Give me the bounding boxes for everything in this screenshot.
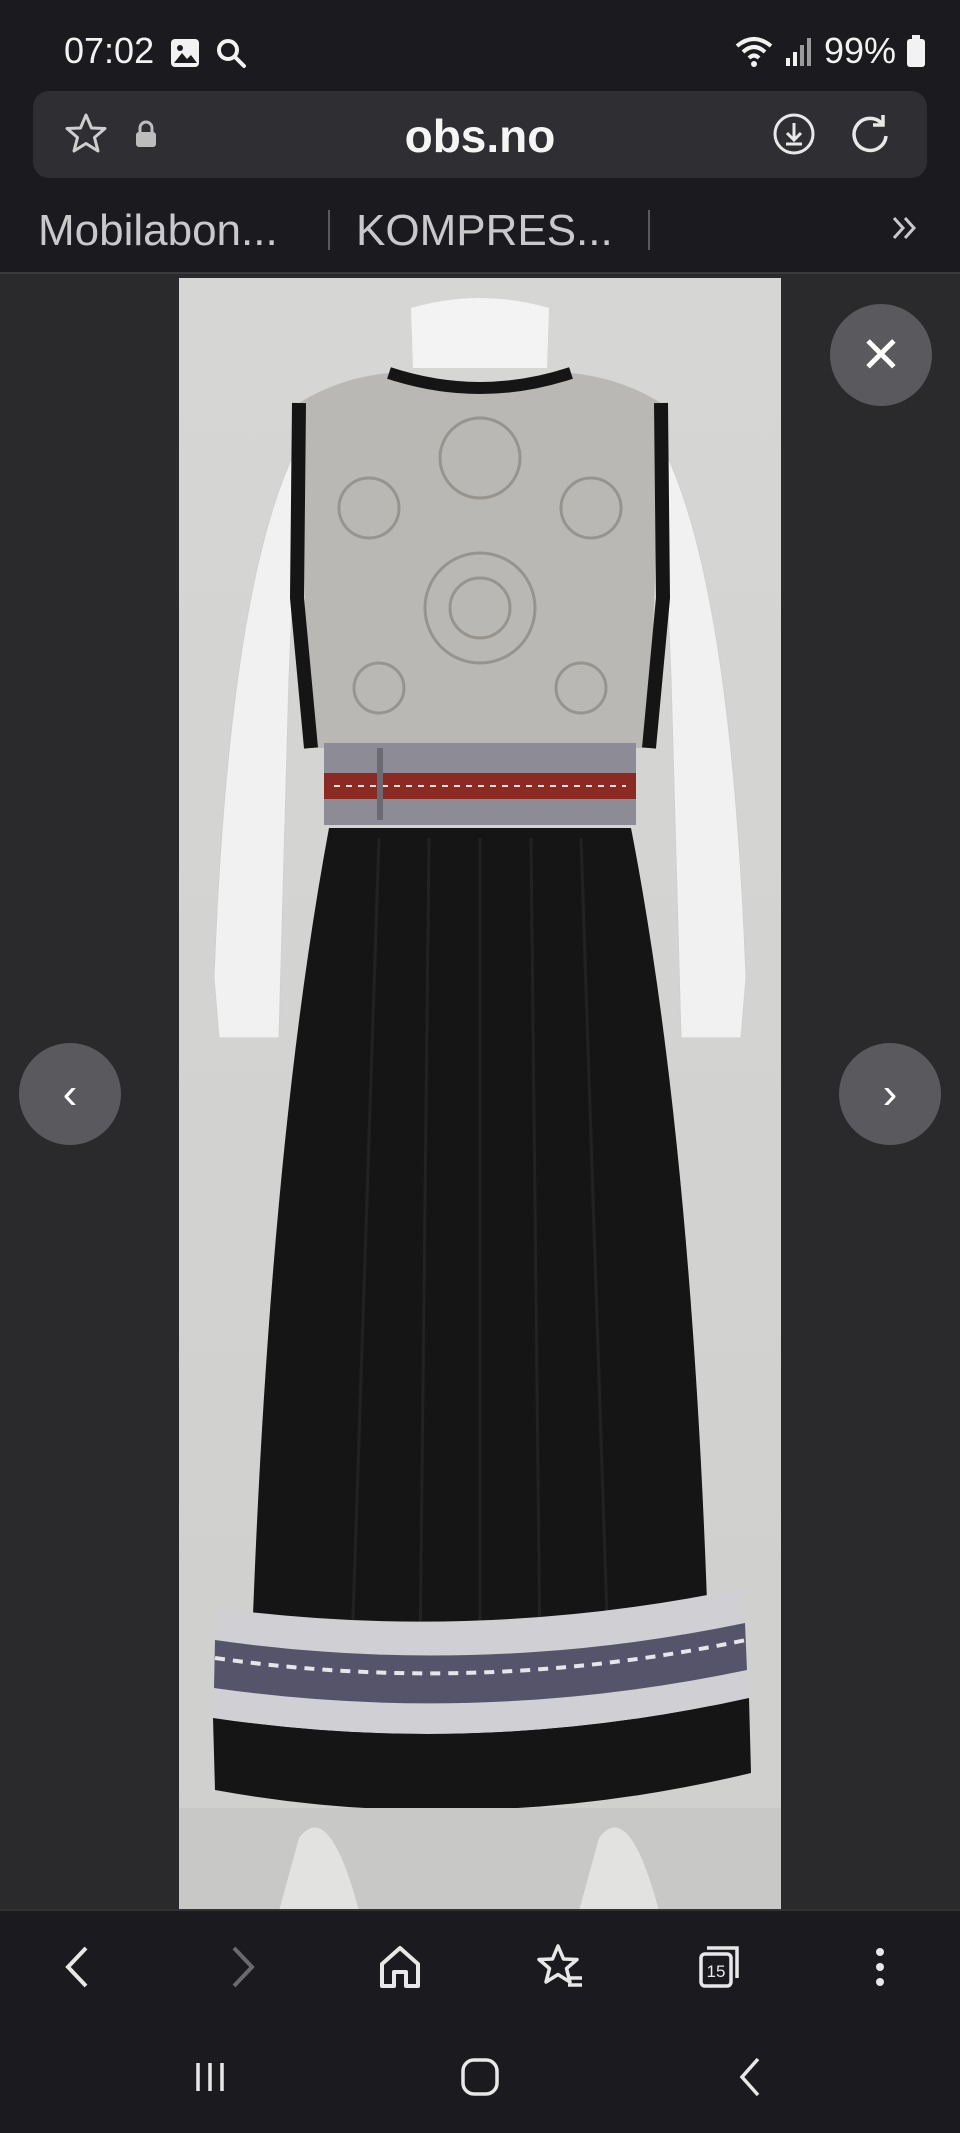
status-bar: 07:02 99% [0,0,960,100]
recent-apps-icon [196,2063,224,2091]
browser-toolbar: 15 [0,1909,960,2021]
home-icon [380,1946,420,1988]
lock-icon [136,120,156,147]
search-notification-icon [217,39,246,68]
status-notification-icons [168,36,248,70]
close-viewer-button[interactable]: ✕ [830,304,932,406]
system-back-button[interactable] [720,2047,780,2107]
bunad-image [179,298,781,1911]
previous-image-button[interactable]: ‹ [19,1043,121,1145]
bookmark-separator [328,210,330,250]
system-navigation-bar [0,2019,960,2133]
forward-icon [232,1946,255,1988]
menu-button[interactable] [850,1937,910,1997]
image-notification-icon [171,39,199,67]
menu-icon [876,1948,884,1986]
product-photo [179,278,781,1911]
wifi-icon [735,37,773,67]
status-right: 99% [734,30,926,72]
home-button-icon [461,2058,499,2096]
tabs-button[interactable]: 15 [690,1937,750,1997]
status-time: 07:02 [64,30,155,71]
image-viewer: ✕ ‹ › [0,272,960,1911]
chevron-double-right-icon[interactable] [888,212,920,244]
refresh-icon[interactable] [847,111,893,157]
signal-icon [785,38,811,66]
bookmark-item[interactable]: Mobilabon... [38,206,278,256]
system-home-button[interactable] [450,2047,510,2107]
back-icon [65,1946,88,1988]
bookmarks-button[interactable] [530,1937,590,1997]
bookmark-bar: Mobilabon... KOMPRES... [0,192,960,272]
tab-count: 15 [707,1962,726,1981]
next-image-button[interactable]: › [839,1043,941,1145]
forward-button[interactable] [212,1937,272,1997]
back-button[interactable] [48,1937,108,1997]
star-icon[interactable] [63,111,109,157]
bookmark-item[interactable]: KOMPRES... [356,206,613,256]
bookmark-separator [648,210,650,250]
battery-icon [907,35,925,67]
home-button[interactable] [370,1937,430,1997]
tabs-icon: 15 [699,1946,739,1988]
back-icon [739,2057,760,2097]
address-bar[interactable]: obs.no [33,91,927,178]
battery-percent: 99% [823,30,896,71]
chevron-left-icon: ‹ [62,1069,78,1118]
chevron-right-icon: › [882,1069,898,1118]
download-icon[interactable] [771,111,817,157]
close-icon: ✕ [860,327,902,383]
recent-apps-button[interactable] [180,2047,240,2107]
bookmarks-icon [537,1944,582,1987]
